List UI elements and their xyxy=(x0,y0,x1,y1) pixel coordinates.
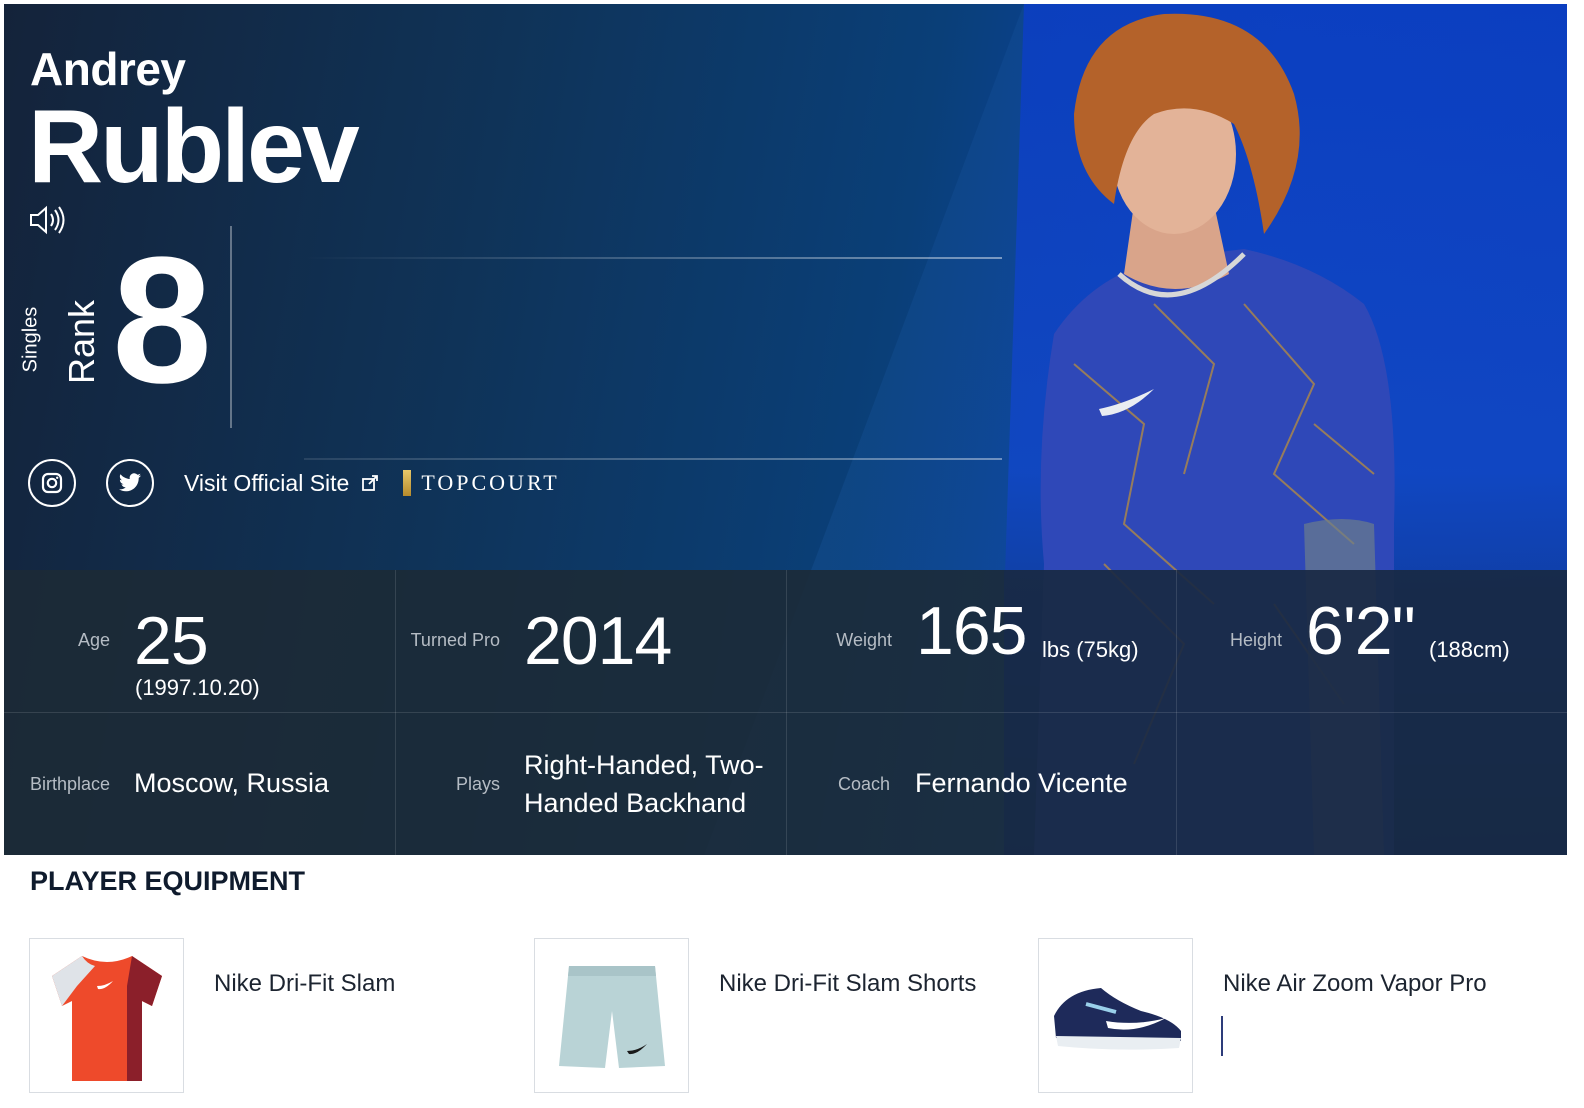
rank-label: Rank xyxy=(61,299,102,385)
height-label: Height xyxy=(1229,630,1282,650)
social-links: Visit Official Site TOPCOURT xyxy=(28,458,560,508)
age-label: Age xyxy=(77,630,110,650)
rank-category: Singles xyxy=(19,306,42,373)
turned-pro-value: 2014 xyxy=(524,603,672,679)
age-value: 25 xyxy=(134,603,209,679)
weight-unit: lbs (75kg) xyxy=(1042,637,1139,662)
divider xyxy=(304,257,1002,259)
coach-label: Coach xyxy=(837,774,890,794)
rank-block: Singles Rank 8 xyxy=(12,231,232,426)
external-link-icon xyxy=(362,475,379,491)
visit-official-site-link[interactable]: Visit Official Site xyxy=(184,470,379,497)
visit-official-site-label: Visit Official Site xyxy=(184,469,350,496)
sponsor-logo[interactable]: TOPCOURT xyxy=(403,470,559,496)
equipment-image[interactable] xyxy=(1038,938,1193,1093)
equipment-image[interactable] xyxy=(29,938,184,1093)
text-cursor xyxy=(1221,1016,1223,1056)
weight-label: Weight xyxy=(836,630,892,650)
sponsor-name: TOPCOURT xyxy=(421,470,560,495)
player-last-name: Rublev xyxy=(28,89,360,205)
plays-value-line2: Handed Backhand xyxy=(524,788,747,818)
equipment-section-title: PLAYER EQUIPMENT xyxy=(30,866,306,896)
height-value: 6'2" xyxy=(1306,593,1416,669)
instagram-icon[interactable] xyxy=(28,459,76,507)
equipment-image[interactable] xyxy=(534,938,689,1093)
rank-number: 8 xyxy=(112,220,213,421)
equipment-name[interactable]: Nike Dri-Fit Slam Shorts xyxy=(719,970,976,998)
twitter-icon[interactable] xyxy=(106,459,154,507)
tshirt-image xyxy=(51,955,162,1081)
player-first-name: Andrey xyxy=(30,43,186,95)
birthplace-label: Birthplace xyxy=(29,774,110,794)
birthplace-value: Moscow, Russia xyxy=(134,768,330,798)
weight-value: 165 xyxy=(916,593,1027,669)
player-stats-panel: Age 25 (1997.10.20) Turned Pro 2014 Weig… xyxy=(4,570,1567,855)
birthdate: (1997.10.20) xyxy=(135,675,260,700)
equipment-name[interactable]: Nike Air Zoom Vapor Pro xyxy=(1223,970,1487,998)
divider xyxy=(230,226,232,428)
turned-pro-label: Turned Pro xyxy=(410,630,500,650)
coach-value: Fernando Vicente xyxy=(915,768,1128,798)
shoe-image xyxy=(1053,987,1181,1050)
height-unit: (188cm) xyxy=(1429,637,1510,662)
plays-value-line1: Right-Handed, Two- xyxy=(524,750,764,780)
plays-label: Plays xyxy=(455,774,500,794)
equipment-name[interactable]: Nike Dri-Fit Slam xyxy=(214,970,395,998)
speaker-icon[interactable] xyxy=(28,204,66,236)
shorts-image xyxy=(558,965,665,1068)
